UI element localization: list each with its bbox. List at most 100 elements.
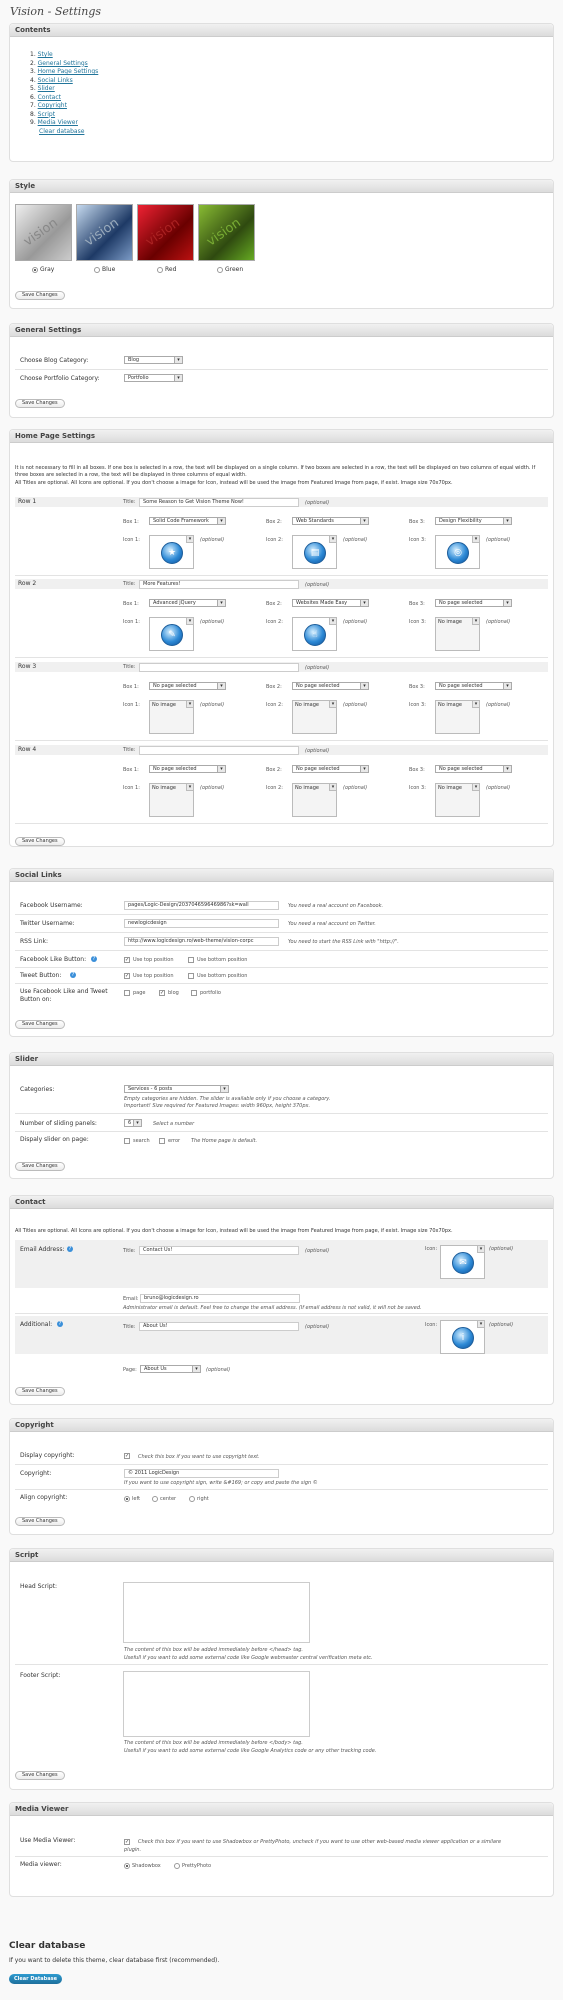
show-blog-checkbox[interactable]: ✓ <box>159 990 165 996</box>
head-script-textarea[interactable] <box>123 1582 310 1643</box>
home-icon-select[interactable]: ✎ ▾ <box>149 617 194 651</box>
tweet-bottom-checkbox[interactable] <box>188 973 194 979</box>
style-thumb-red[interactable]: vision <box>137 204 194 261</box>
style-thumb-green[interactable]: vision <box>198 204 255 261</box>
home-box-select[interactable]: No page selected <box>292 765 369 773</box>
contents-item[interactable]: 5. Slider <box>30 85 98 94</box>
clear-database-button[interactable]: Clear Database <box>9 1974 62 1984</box>
home-icon-select[interactable]: ★ ▾ <box>149 535 194 569</box>
save-button[interactable]: Save Changes <box>15 1020 65 1029</box>
save-button[interactable]: Save Changes <box>15 1162 65 1171</box>
checkbox-label: Use bottom position <box>197 957 248 963</box>
twitter-input[interactable]: newlogicdesign <box>124 919 279 928</box>
home-row-title-input[interactable]: More Features! <box>139 580 299 589</box>
checkbox-label: Use top position <box>133 957 174 963</box>
style-radio-green[interactable] <box>217 267 223 273</box>
home-icon-select[interactable]: ◎ ▾ <box>435 535 480 569</box>
shadowbox-radio[interactable] <box>124 1863 130 1869</box>
style-radio-red[interactable] <box>157 267 163 273</box>
home-box-select[interactable]: Web Standards <box>292 517 369 525</box>
home-icon-select[interactable]: No image ▾ <box>435 617 480 651</box>
chevron-down-icon: ▾ <box>477 1321 484 1328</box>
contact-email-input[interactable]: bruno@logicdesign.ro <box>140 1294 300 1303</box>
contents-item[interactable]: 4. Social Links <box>30 77 98 86</box>
home-box-select[interactable]: No page selected <box>149 682 226 690</box>
home-box-select[interactable]: No page selected <box>292 682 369 690</box>
contact-page-select[interactable]: About Us <box>140 1365 201 1373</box>
contact-title-input[interactable]: Contact Us! <box>139 1246 299 1255</box>
copyright-input[interactable]: © 2011 LogicDesign <box>124 1469 279 1478</box>
save-button[interactable]: Save Changes <box>15 399 65 408</box>
tweet-top-checkbox[interactable]: ✓ <box>124 973 130 979</box>
contact-additional-icon-select[interactable]: ▾ i <box>440 1320 485 1354</box>
home-box-select[interactable]: Design Flexibility <box>435 517 512 525</box>
contact-additional-title-input[interactable]: About Us! <box>139 1322 299 1331</box>
home-icon-select[interactable]: No image ▾ <box>435 700 480 734</box>
style-radio-gray[interactable] <box>32 267 38 273</box>
style-thumb-gray[interactable]: vision <box>15 204 72 261</box>
contents-item[interactable]: 2. General Settings <box>30 60 98 69</box>
save-button[interactable]: Save Changes <box>15 837 65 846</box>
home-icon-select[interactable]: No image ▾ <box>149 700 194 734</box>
prettyphoto-radio[interactable] <box>174 1863 180 1869</box>
contact-email-icon-select[interactable]: ▾ ✉ <box>440 1245 485 1279</box>
home-icon-select[interactable]: No image ▾ <box>149 783 194 817</box>
help-icon[interactable]: ? <box>57 1321 63 1327</box>
style-radio-blue[interactable] <box>94 267 100 273</box>
home-box-select[interactable]: No page selected <box>435 599 512 607</box>
home-icon-select[interactable]: No image ▾ <box>292 700 337 734</box>
facebook-input[interactable]: pages/Logic-Design/203704659646986?sk=wa… <box>124 901 279 910</box>
help-icon[interactable]: ? <box>70 972 76 978</box>
home-icon-select[interactable]: No image ▾ <box>292 783 337 817</box>
footer-script-textarea[interactable] <box>123 1671 310 1737</box>
no-image-label: No image <box>438 702 462 708</box>
chevron-down-icon: ▾ <box>472 701 479 708</box>
help-icon[interactable]: ? <box>91 956 97 962</box>
slider-search-checkbox[interactable] <box>124 1138 130 1144</box>
save-button[interactable]: Save Changes <box>15 1387 65 1396</box>
home-box-select[interactable]: Websites Made Easy <box>292 599 369 607</box>
home-icon-select[interactable]: ☝ ▾ <box>292 617 337 651</box>
home-row-title-input[interactable] <box>139 746 299 755</box>
home-row-title-input[interactable] <box>139 663 299 672</box>
contents-item[interactable]: 6. Contact <box>30 94 98 103</box>
contents-item[interactable]: 9. Media Viewer <box>30 119 98 128</box>
fblike-bottom-checkbox[interactable] <box>188 957 194 963</box>
home-icon-label: Icon 1: <box>123 619 140 625</box>
slider-error-checkbox[interactable] <box>159 1138 165 1144</box>
copyright-display-checkbox[interactable]: ✓ <box>124 1453 130 1459</box>
blog-category-select[interactable]: Blog <box>124 356 183 364</box>
show-page-checkbox[interactable] <box>124 990 130 996</box>
contents-item[interactable]: 7. Copyright <box>30 102 98 111</box>
home-row-title-input[interactable]: Some Reason to Get Vision Theme Now! <box>139 498 299 507</box>
slider-panels-select[interactable]: 6 <box>124 1119 142 1127</box>
home-box-select[interactable]: Solid Code Framework <box>149 517 226 525</box>
contents-item[interactable]: 3. Home Page Settings <box>30 68 98 77</box>
radio-label: right <box>197 1496 209 1502</box>
home-icon-select[interactable]: No image ▾ <box>435 783 480 817</box>
slider-categories-select[interactable]: Services - 6 posts <box>124 1085 229 1093</box>
align-left-radio[interactable] <box>124 1496 130 1502</box>
home-icon-select[interactable]: ▤ ▾ <box>292 535 337 569</box>
contents-clear-link[interactable]: Clear database <box>30 128 98 137</box>
align-center-radio[interactable] <box>152 1496 158 1502</box>
contents-item[interactable]: 1. Style <box>30 51 98 60</box>
home-box-select[interactable]: No page selected <box>435 765 512 773</box>
save-button[interactable]: Save Changes <box>15 1517 65 1526</box>
rss-input[interactable]: http://www.logicdesign.ro/web-theme/visi… <box>124 937 279 946</box>
portfolio-category-select[interactable]: Portfolio <box>124 374 183 382</box>
fblike-top-checkbox[interactable]: ✓ <box>124 957 130 963</box>
chevron-down-icon: ▾ <box>186 536 193 543</box>
home-box-select[interactable]: No page selected <box>149 765 226 773</box>
save-button[interactable]: Save Changes <box>15 291 65 300</box>
home-box-select[interactable]: No page selected <box>435 682 512 690</box>
save-button[interactable]: Save Changes <box>15 1771 65 1780</box>
home-icon-label: Icon 3: <box>409 537 426 543</box>
help-icon[interactable]: ? <box>67 1246 73 1252</box>
home-box-select[interactable]: Advanced jQuery <box>149 599 226 607</box>
media-use-checkbox[interactable]: ✓ <box>124 1839 130 1845</box>
align-right-radio[interactable] <box>189 1496 195 1502</box>
style-thumb-blue[interactable]: vision <box>76 204 133 261</box>
contents-item[interactable]: 8. Script <box>30 111 98 120</box>
show-portfolio-checkbox[interactable] <box>191 990 197 996</box>
